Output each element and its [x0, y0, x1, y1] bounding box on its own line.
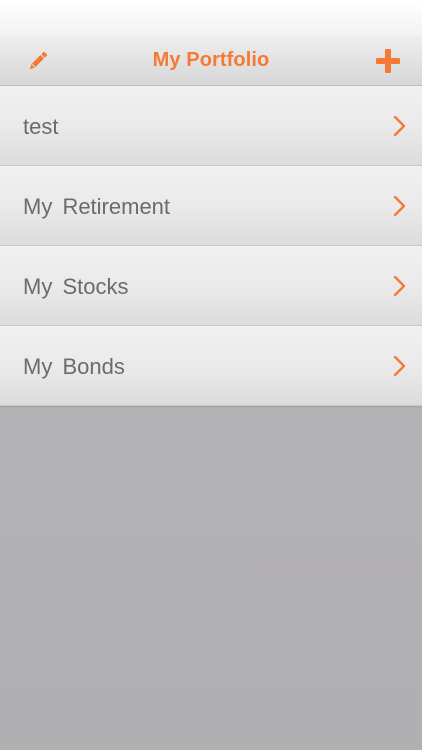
- nav-bar: My Portfolio: [0, 36, 422, 86]
- plus-icon: [376, 49, 400, 73]
- portfolio-row-test[interactable]: test: [0, 86, 422, 166]
- portfolio-label: My Retirement: [23, 194, 171, 219]
- portfolio-screen: My Portfolio test My Retirement My Stock…: [0, 0, 422, 750]
- chevron-right-icon: [393, 275, 406, 297]
- list-bottom-shadow: [0, 406, 422, 408]
- portfolio-row-my-bonds[interactable]: My Bonds: [0, 326, 422, 406]
- chevron-right-icon: [393, 195, 406, 217]
- portfolio-list: test My Retirement My Stocks My Bonds: [0, 86, 422, 406]
- portfolio-row-my-retirement[interactable]: My Retirement: [0, 166, 422, 246]
- status-bar: [0, 0, 422, 36]
- chevron-right-icon: [393, 115, 406, 137]
- chevron-right-icon: [393, 355, 406, 377]
- add-portfolio-button[interactable]: [374, 47, 402, 75]
- page-title: My Portfolio: [152, 49, 270, 71]
- portfolio-label: test: [23, 114, 59, 139]
- portfolio-label: My Stocks: [23, 274, 129, 299]
- portfolio-row-my-stocks[interactable]: My Stocks: [0, 246, 422, 326]
- portfolio-label: My Bonds: [23, 354, 125, 379]
